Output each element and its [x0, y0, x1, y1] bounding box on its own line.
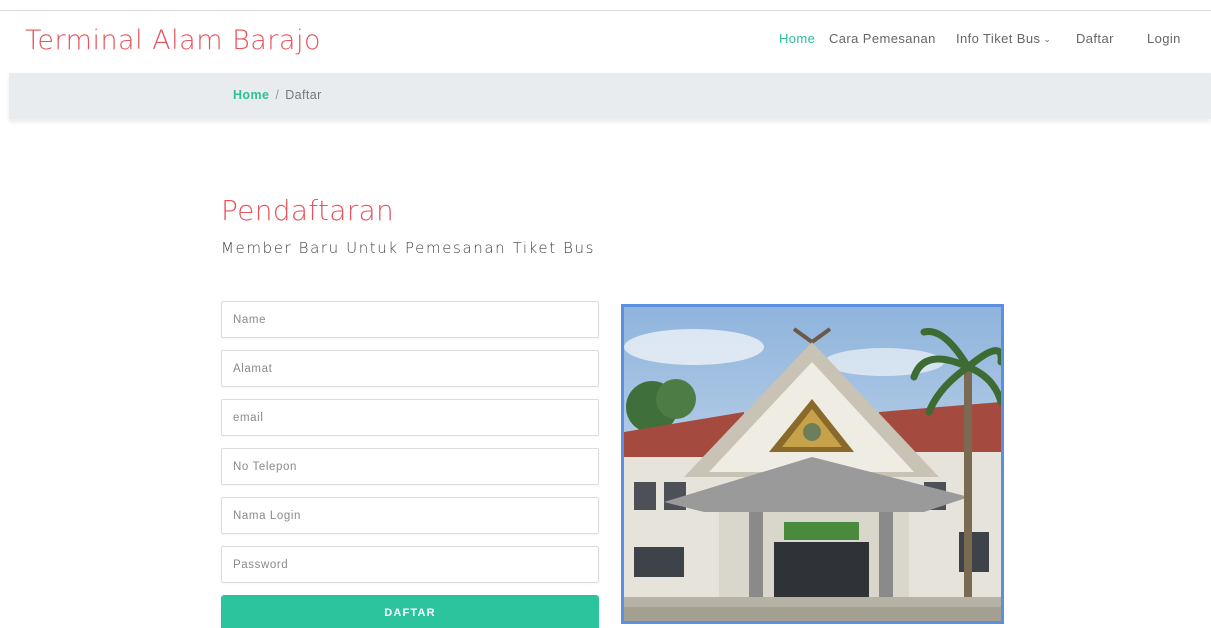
registration-form: DAFTAR — [221, 301, 599, 628]
page-subtitle: Member Baru Untuk Pemesanan Tiket Bus — [221, 239, 596, 257]
terminal-building-photo — [621, 304, 1004, 624]
breadcrumb-bar: Home / Daftar — [9, 73, 1211, 119]
breadcrumb: Home / Daftar — [233, 88, 322, 102]
brand-logo-text[interactable]: Terminal Alam Barajo — [25, 25, 321, 56]
daftar-button[interactable]: DAFTAR — [221, 595, 599, 628]
telepon-input[interactable] — [221, 448, 599, 485]
breadcrumb-current: Daftar — [285, 88, 322, 102]
breadcrumb-separator: / — [275, 88, 280, 102]
nav-daftar[interactable]: Daftar — [1076, 31, 1114, 46]
nav-info-tiket-bus[interactable]: Info Tiket Bus ⌄ — [956, 31, 1051, 46]
email-input[interactable] — [221, 399, 599, 436]
nav-cara-pemesanan[interactable]: Cara Pemesanan — [829, 31, 936, 46]
site-header: Terminal Alam Barajo Home Cara Pemesanan… — [0, 11, 1211, 73]
nav-login[interactable]: Login — [1147, 31, 1181, 46]
page-title: Pendaftaran — [221, 194, 395, 227]
name-input[interactable] — [221, 301, 599, 338]
terminal-building-illustration — [624, 307, 1001, 621]
chevron-down-icon: ⌄ — [1043, 34, 1052, 44]
password-input[interactable] — [221, 546, 599, 583]
nama-login-input[interactable] — [221, 497, 599, 534]
nav-info-tiket-bus-label: Info Tiket Bus — [956, 31, 1041, 46]
nav-home[interactable]: Home — [779, 31, 815, 46]
breadcrumb-home-link[interactable]: Home — [233, 88, 269, 102]
alamat-input[interactable] — [221, 350, 599, 387]
